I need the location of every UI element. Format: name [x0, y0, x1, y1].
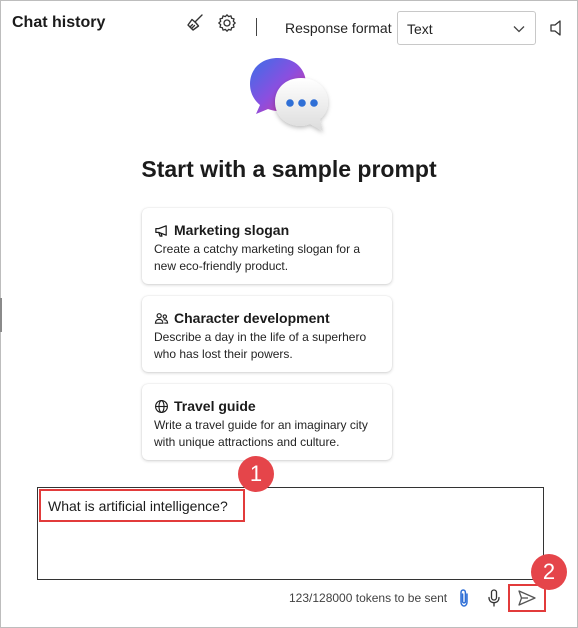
prompt-card-title: Marketing slogan [174, 222, 290, 238]
chat-history-title[interactable]: Chat history [12, 14, 105, 32]
prompt-card-title: Character development [174, 310, 330, 326]
response-format-dropdown[interactable]: Text [397, 11, 536, 45]
token-count: 123/128000 tokens to be sent [289, 591, 448, 605]
speaker-icon[interactable] [545, 17, 567, 39]
prompt-card-description: Write a travel guide for an imaginary ci… [154, 418, 368, 449]
input-highlight-box [39, 489, 245, 522]
response-format-value: Text [407, 21, 433, 37]
gear-icon[interactable] [216, 12, 238, 34]
prompt-card-character-development[interactable]: Character development Describe a day in … [142, 296, 392, 372]
prompt-card-marketing-slogan[interactable]: Marketing slogan Create a catchy marketi… [142, 208, 392, 284]
paperclip-icon[interactable] [455, 588, 473, 608]
prompt-card-description: Create a catchy marketing slogan for a n… [154, 242, 361, 273]
globe-icon [155, 399, 168, 413]
annotation-badge-1: 1 [238, 456, 274, 492]
response-format-label: Response format [285, 20, 392, 36]
sample-prompt-heading: Start with a sample prompt [141, 156, 437, 182]
people-icon [154, 312, 169, 324]
microphone-icon[interactable] [486, 588, 502, 608]
resize-handle[interactable] [0, 298, 2, 332]
chat-bubbles-logo [248, 56, 334, 138]
header-divider [256, 18, 257, 36]
megaphone-icon [155, 224, 167, 237]
prompt-card-description: Describe a day in the life of a superher… [154, 330, 367, 361]
annotation-badge-2: 2 [531, 554, 567, 590]
prompt-card-title: Travel guide [174, 398, 256, 414]
broom-icon[interactable] [184, 12, 206, 34]
send-icon [518, 590, 536, 606]
chevron-down-icon [513, 26, 525, 33]
prompt-card-travel-guide[interactable]: Travel guide Write a travel guide for an… [142, 384, 392, 460]
